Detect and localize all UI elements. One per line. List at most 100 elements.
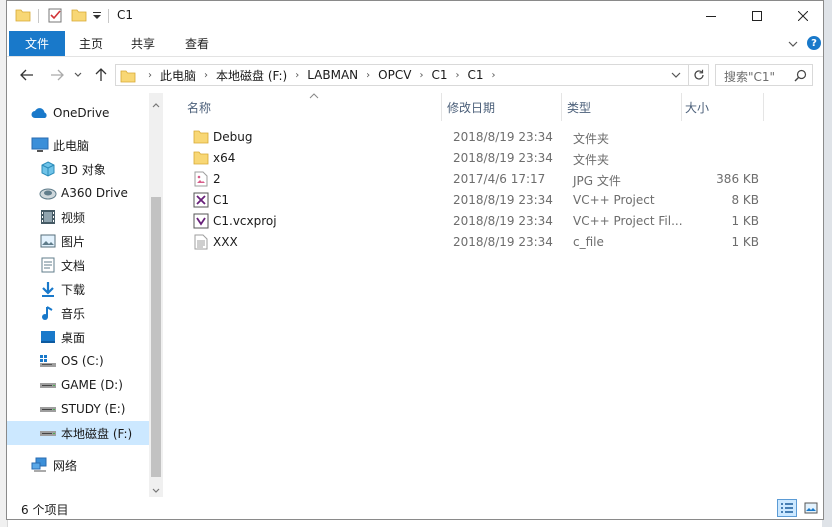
sidebar-item-videos[interactable]: 视频 [7,205,149,229]
breadcrumb-item[interactable]: C1 [467,68,483,82]
breadcrumb-item[interactable]: C1 [431,68,447,82]
details-view-button[interactable] [777,499,797,517]
chevron-right-icon[interactable]: › [447,70,467,81]
file-row-c1-vcxproj[interactable]: C1.vcxproj 2018/8/19 23:34 VC++ Project … [183,211,783,232]
breadcrumb-item[interactable]: OPCV [378,68,411,82]
sidebar-item-game-d[interactable]: GAME (D:) [7,373,149,397]
up-arrow-icon[interactable] [93,67,109,83]
column-divider[interactable] [561,93,562,121]
cloud-icon [31,105,49,121]
file-name: x64 [213,151,236,165]
large-icons-view-icon [804,502,818,514]
file-row-2-jpg[interactable]: 2 2017/4/6 17:17 JPG 文件 386 KB [183,169,783,190]
sidebar-item-onedrive[interactable]: OneDrive [7,101,149,125]
large-icons-view-button[interactable] [801,499,821,517]
chevron-right-icon[interactable]: › [196,70,216,81]
chevron-down-icon[interactable] [152,483,160,497]
forward-arrow-icon[interactable] [49,67,65,83]
column-divider[interactable] [441,93,442,121]
file-row-c1[interactable]: C1 2018/8/19 23:34 VC++ Project 8 KB [183,190,783,211]
sidebar-item-os-c[interactable]: OS (C:) [7,349,149,373]
file-type: JPG 文件 [573,174,621,188]
breadcrumb-item[interactable]: LABMAN [307,68,358,82]
properties-icon[interactable] [47,7,63,25]
chevron-up-icon[interactable] [152,97,160,111]
breadcrumb-item[interactable]: 此电脑 [160,67,196,84]
search-icon[interactable] [794,69,807,82]
column-header-size[interactable]: 大小 [685,93,759,121]
status-bar: 6 个项目 [7,497,823,519]
customize-toolbar-icon[interactable] [91,7,103,25]
file-name: 2 [213,172,221,186]
chevron-down-icon[interactable] [786,37,800,51]
minimize-button[interactable] [688,1,734,31]
sidebar-item-music[interactable]: 音乐 [7,301,149,325]
nav-pane-scrollbar[interactable] [149,93,163,497]
item-count: 6 个项目 [21,503,69,517]
file-row-x64[interactable]: x64 2018/8/19 23:34 文件夹 [183,148,783,169]
tab-share[interactable]: 共享 [123,31,163,56]
scrollbar-thumb[interactable] [151,197,161,477]
divider [108,9,109,23]
tab-home[interactable]: 主页 [71,31,111,56]
breadcrumb-item[interactable]: 本地磁盘 (F:) [216,67,287,84]
new-folder-icon[interactable] [71,7,87,25]
sidebar-item-documents[interactable]: 文档 [7,253,149,277]
sidebar-item-desktop[interactable]: 桌面 [7,325,149,349]
column-divider[interactable] [681,93,682,121]
image-file-icon [193,171,209,187]
sidebar-item-network[interactable]: 网络 [7,453,149,477]
sidebar-item-local-disk-f[interactable]: 本地磁盘 (F:) [7,421,149,445]
file-date: 2018/8/19 23:34 [453,151,553,165]
search-input[interactable]: 搜索"C1" [715,64,813,86]
file-row-debug[interactable]: Debug 2018/8/19 23:34 文件夹 [183,127,783,148]
tab-view[interactable]: 查看 [177,31,217,56]
sidebar-item-label: 下载 [61,282,86,297]
drive-icon [39,425,57,441]
breadcrumb: › 此电脑 › 本地磁盘 (F:) › LABMAN › OPCV › C1 ›… [140,65,503,85]
maximize-button[interactable] [734,1,780,31]
column-header-label: 大小 [685,100,710,115]
sidebar-item-label: 网络 [53,458,78,473]
file-name: Debug [213,130,253,144]
documents-icon [39,257,57,273]
sidebar-item-label: 3D 对象 [61,162,106,177]
column-header-date[interactable]: 修改日期 [447,93,557,121]
sidebar-item-label: 图片 [61,234,86,249]
file-row-xxx[interactable]: XXX 2018/8/19 23:34 c_file 1 KB [183,232,783,253]
file-type: VC++ Project [573,193,655,207]
sidebar-item-this-pc[interactable]: 此电脑 [7,133,149,157]
column-header-name[interactable]: 名称 [187,93,437,121]
file-date: 2018/8/19 23:34 [453,214,553,228]
address-bar[interactable]: › 此电脑 › 本地磁盘 (F:) › LABMAN › OPCV › C1 ›… [115,64,689,86]
chevron-right-icon[interactable]: › [358,70,378,81]
chevron-right-icon[interactable]: › [411,70,431,81]
a360-icon [39,185,57,201]
ribbon-tabs: 文件 主页 共享 查看 ? [7,31,823,57]
column-header-type[interactable]: 类型 [567,93,677,121]
tab-file[interactable]: 文件 [9,31,65,56]
chevron-down-icon[interactable] [670,69,682,81]
sidebar-item-study-e[interactable]: STUDY (E:) [7,397,149,421]
back-arrow-icon[interactable] [19,67,35,83]
file-list: 名称 修改日期 类型 大小 Debug 2018/8/19 23:34 文件夹 … [167,93,823,495]
column-header-label: 修改日期 [447,100,496,115]
chevron-right-icon[interactable]: › [287,70,307,81]
windows-drive-icon [39,353,57,369]
sidebar-item-downloads[interactable]: 下载 [7,277,149,301]
sidebar-item-a360-drive[interactable]: A360 Drive [7,181,149,205]
sidebar-item-pictures[interactable]: 图片 [7,229,149,253]
chevron-right-icon[interactable]: › [483,70,503,81]
sidebar-item-label: OneDrive [53,106,110,120]
refresh-button[interactable] [689,64,709,86]
text-file-icon [193,234,209,250]
sidebar-item-3d-objects[interactable]: 3D 对象 [7,157,149,181]
folder-icon [15,7,31,25]
column-divider[interactable] [763,93,764,121]
close-button[interactable] [780,1,826,31]
chevron-down-icon[interactable] [73,67,83,83]
explorer-window: C1 文件 主页 共享 查看 ? › 此电脑 › 本地磁盘 (F:) › LAB… [6,0,824,520]
help-icon[interactable]: ? [807,36,821,50]
vc-project-icon [193,192,209,208]
sidebar-item-label: STUDY (E:) [61,402,126,416]
